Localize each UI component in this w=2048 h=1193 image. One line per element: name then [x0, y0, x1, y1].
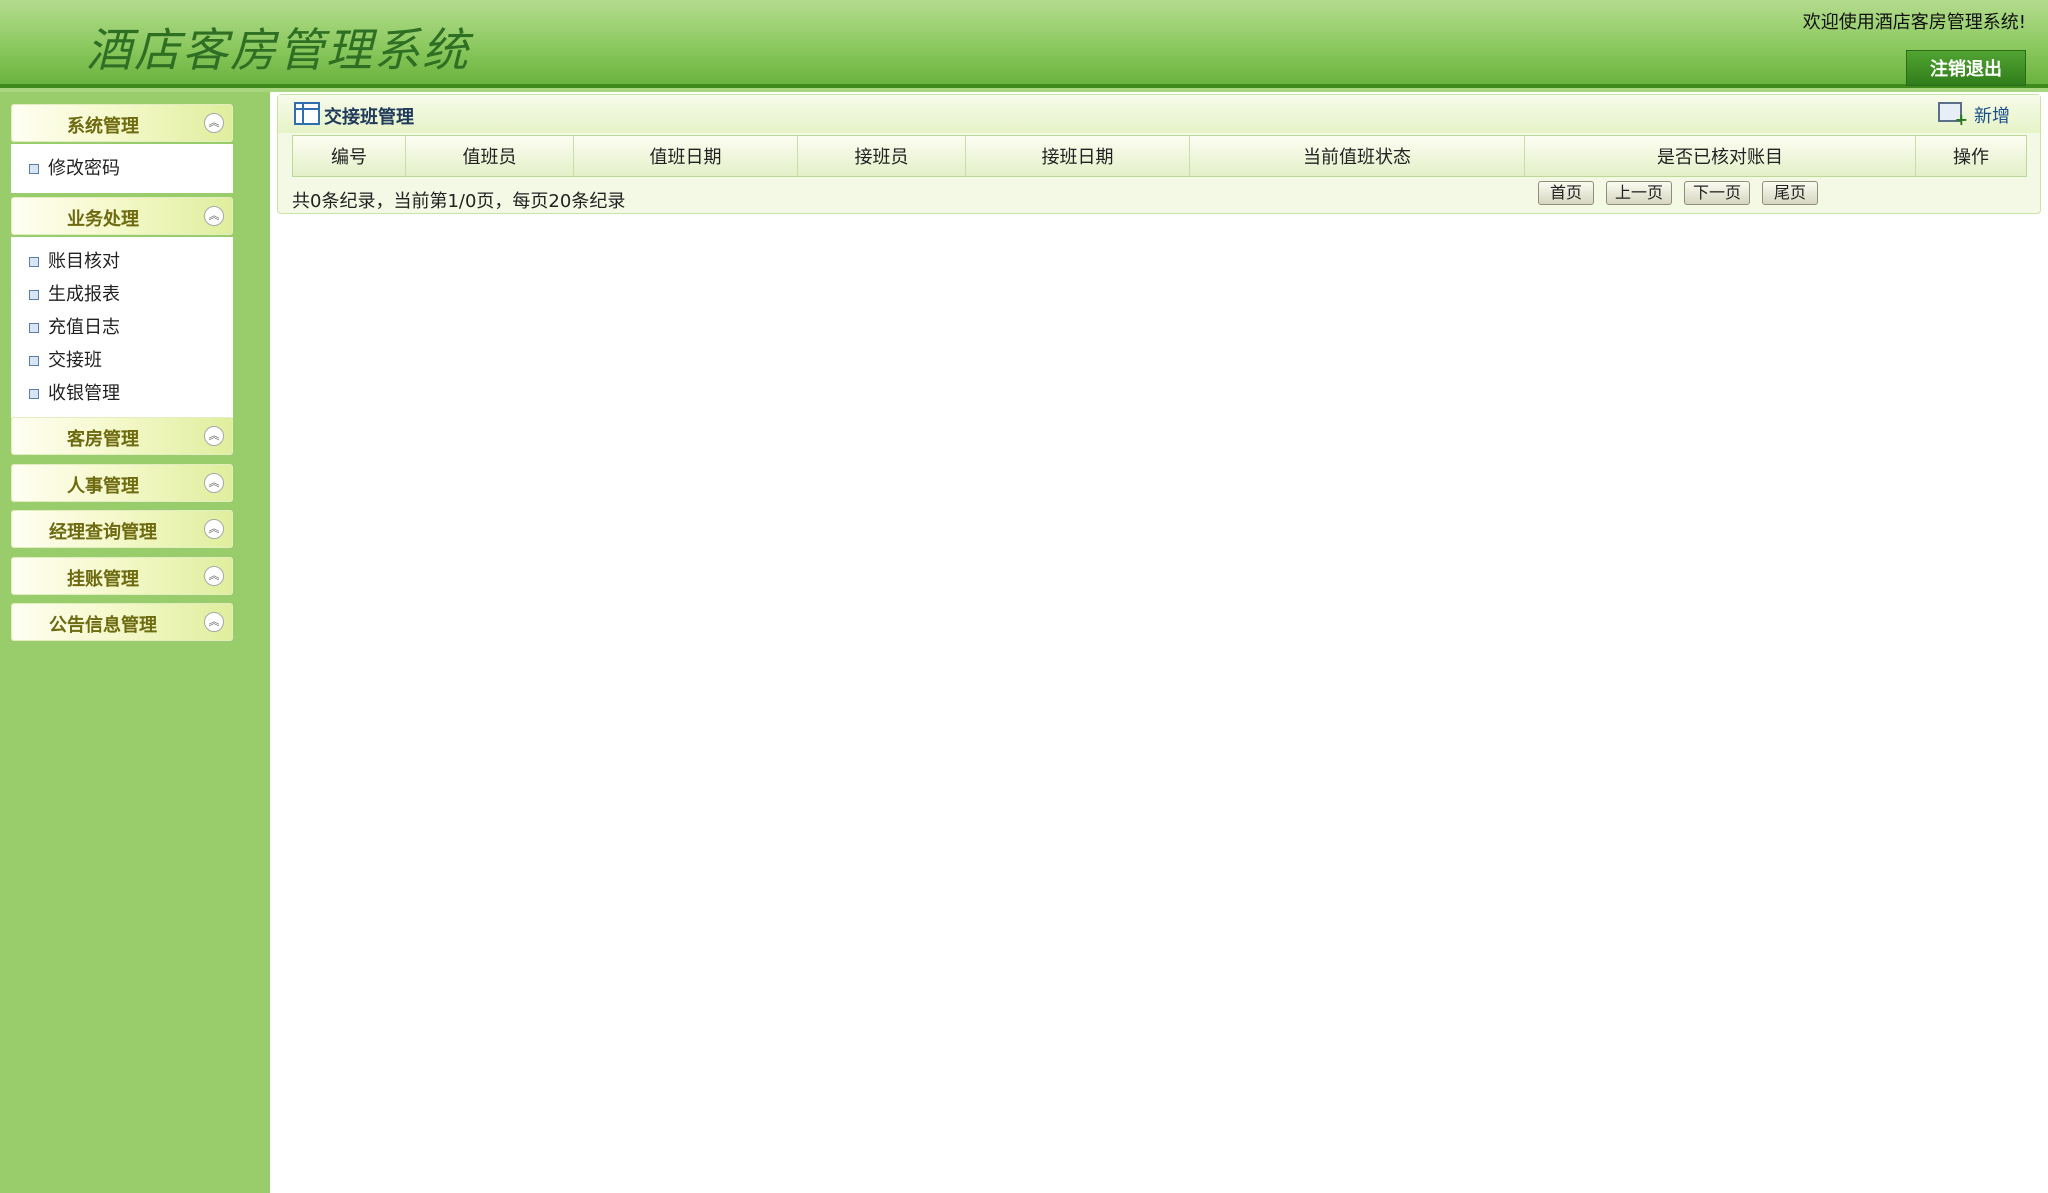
- pager-info: 共0条纪录，当前第1/0页，每页20条纪录: [292, 191, 626, 212]
- next-page-button[interactable]: 下一页: [1684, 181, 1750, 205]
- panel-title: 交接班管理: [324, 107, 414, 128]
- column-header-accounts-checked: 是否已核对账目: [1525, 136, 1916, 176]
- menu-header-manager-query[interactable]: 经理查询管理 ︽: [11, 510, 233, 548]
- collapse-icon[interactable]: ︽: [204, 426, 224, 446]
- menu-header-label: 挂账管理: [67, 569, 139, 590]
- menu-group-notice: 公告信息管理 ︽: [11, 603, 233, 641]
- bullet-icon: [29, 164, 39, 174]
- menu-item-generate-report[interactable]: 生成报表: [11, 278, 233, 311]
- menu-header-label: 公告信息管理: [49, 615, 157, 636]
- menu-group-credit: 挂账管理 ︽: [11, 557, 233, 595]
- welcome-message: 欢迎使用酒店客房管理系统!: [1802, 12, 2026, 33]
- menu-body-business: 账目核对 生成报表 充值日志 交接班 收银管理: [11, 237, 233, 418]
- add-button[interactable]: 新增: [1974, 102, 2010, 128]
- pager: 首页 上一页 下一页 尾页: [1538, 181, 1818, 205]
- menu-item-label: 生成报表: [48, 284, 120, 305]
- menu-item-account-check[interactable]: 账目核对: [11, 245, 233, 278]
- menu-header-label: 客房管理: [67, 429, 139, 450]
- prev-page-button[interactable]: 上一页: [1606, 181, 1672, 205]
- column-header-handover-date: 接班日期: [966, 136, 1190, 176]
- collapse-icon[interactable]: ︽: [204, 566, 224, 586]
- menu-item-cashier[interactable]: 收银管理: [11, 377, 233, 410]
- column-header-id: 编号: [293, 136, 406, 176]
- collapse-icon[interactable]: ︽: [204, 206, 224, 226]
- menu-header-business[interactable]: 业务处理 ︽: [11, 197, 233, 235]
- logout-button[interactable]: 注销退出: [1906, 50, 2026, 86]
- table-header: 编号 值班员 值班日期 接班员 接班日期 当前值班状态 是否已核对账目 操作: [292, 135, 2027, 177]
- column-header-successor: 接班员: [798, 136, 966, 176]
- menu-item-shift-handover[interactable]: 交接班: [11, 344, 233, 377]
- shift-management-panel: 交接班管理 新增 编号 值班员 值班日期 接班员 接班日期 当前值班状态 是否已…: [277, 94, 2041, 214]
- menu-header-rooms[interactable]: 客房管理 ︽: [11, 417, 233, 455]
- column-header-duty-staff: 值班员: [406, 136, 574, 176]
- menu-item-label: 收银管理: [48, 383, 120, 404]
- table-icon: [294, 102, 320, 125]
- menu-group-rooms: 客房管理 ︽: [11, 417, 233, 455]
- first-page-button[interactable]: 首页: [1538, 181, 1594, 205]
- menu-item-change-password[interactable]: 修改密码: [11, 152, 233, 185]
- add-record-icon[interactable]: [1938, 102, 1968, 129]
- sidebar: 系统管理 ︽ 修改密码 业务处理 ︽ 账目核对 生成报表 充值日志 交接班 收银…: [0, 92, 270, 1193]
- collapse-icon[interactable]: ︽: [204, 519, 224, 539]
- menu-group-system: 系统管理 ︽ 修改密码: [11, 104, 233, 193]
- menu-group-business: 业务处理 ︽ 账目核对 生成报表 充值日志 交接班 收银管理: [11, 197, 233, 418]
- bullet-icon: [29, 323, 39, 333]
- menu-header-credit[interactable]: 挂账管理 ︽: [11, 557, 233, 595]
- column-header-duty-status: 当前值班状态: [1190, 136, 1525, 176]
- menu-item-recharge-log[interactable]: 充值日志: [11, 311, 233, 344]
- menu-header-label: 人事管理: [67, 476, 139, 497]
- app-header: 酒店客房管理系统 欢迎使用酒店客房管理系统! 注销退出: [0, 0, 2048, 92]
- menu-header-hr[interactable]: 人事管理 ︽: [11, 464, 233, 502]
- menu-header-notice[interactable]: 公告信息管理 ︽: [11, 603, 233, 641]
- menu-item-label: 充值日志: [48, 317, 120, 338]
- collapse-icon[interactable]: ︽: [204, 473, 224, 493]
- menu-header-label: 经理查询管理: [49, 522, 157, 543]
- menu-body-system: 修改密码: [11, 144, 233, 193]
- menu-header-label: 业务处理: [67, 209, 139, 230]
- menu-group-hr: 人事管理 ︽: [11, 464, 233, 502]
- column-header-duty-date: 值班日期: [574, 136, 798, 176]
- bullet-icon: [29, 257, 39, 267]
- menu-item-label: 修改密码: [48, 158, 120, 179]
- last-page-button[interactable]: 尾页: [1762, 181, 1818, 205]
- column-header-actions: 操作: [1953, 147, 1989, 168]
- menu-header-label: 系统管理: [67, 116, 139, 137]
- system-title: 酒店客房管理系统: [86, 23, 470, 77]
- menu-group-manager-query: 经理查询管理 ︽: [11, 510, 233, 548]
- collapse-icon[interactable]: ︽: [204, 612, 224, 632]
- panel-title-bar: 交接班管理 新增: [278, 95, 2040, 133]
- menu-header-system[interactable]: 系统管理 ︽: [11, 104, 233, 142]
- menu-item-label: 交接班: [48, 350, 102, 371]
- menu-item-label: 账目核对: [48, 251, 120, 272]
- bullet-icon: [29, 356, 39, 366]
- bullet-icon: [29, 389, 39, 399]
- bullet-icon: [29, 290, 39, 300]
- collapse-icon[interactable]: ︽: [204, 113, 224, 133]
